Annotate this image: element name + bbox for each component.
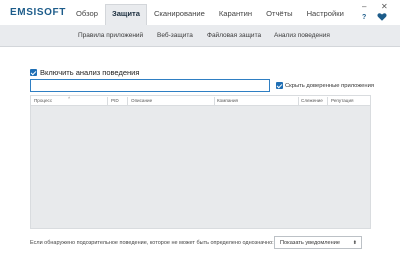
subtab-web-protection[interactable]: Веб-защита: [157, 32, 193, 39]
suspicious-behavior-text: Если обнаружено подозрительное поведение…: [30, 240, 274, 246]
tab-quarantine[interactable]: Карантин: [212, 4, 259, 25]
subtab-behavior-blocker[interactable]: Анализ поведения: [274, 32, 330, 39]
subtab-file-guard[interactable]: Файловая защита: [207, 32, 261, 39]
table-header: Процесс ˄ PID Описание Компания Слежение…: [31, 95, 370, 106]
notification-select-value: Показать уведомление: [280, 240, 340, 246]
search-input[interactable]: [30, 79, 270, 92]
tab-scan[interactable]: Сканирование: [147, 4, 212, 25]
column-process[interactable]: Процесс: [34, 98, 52, 103]
column-divider[interactable]: [127, 97, 128, 105]
sort-up-icon: ˄: [68, 95, 71, 100]
app-logo: EMSISOFT: [10, 7, 66, 18]
select-arrow-icon: ⬍: [352, 240, 357, 246]
column-company[interactable]: Компания: [217, 98, 238, 103]
hide-trusted-label: Скрыть доверенные приложения: [285, 83, 374, 89]
tab-settings[interactable]: Настройки: [300, 4, 351, 25]
notification-select[interactable]: Показать уведомление ⬍: [274, 236, 362, 249]
column-divider[interactable]: [214, 97, 215, 105]
heart-icon[interactable]: [377, 12, 387, 22]
column-pid[interactable]: PID: [111, 98, 119, 103]
column-divider[interactable]: [298, 97, 299, 105]
column-description[interactable]: Описание: [131, 98, 152, 103]
hide-trusted-checkbox[interactable]: [276, 82, 283, 89]
column-divider[interactable]: [107, 97, 108, 105]
help-icon[interactable]: ?: [362, 14, 366, 21]
minimize-button[interactable]: –: [362, 2, 366, 12]
title-bar: EMSISOFT Обзор Защита Сканирование Каран…: [0, 0, 400, 25]
enable-behavior-label: Включить анализ поведения: [40, 68, 140, 77]
enable-behavior-checkbox[interactable]: [30, 69, 37, 76]
column-divider[interactable]: [327, 97, 328, 105]
process-table: Процесс ˄ PID Описание Компания Слежение…: [30, 95, 371, 229]
tab-reports[interactable]: Отчёты: [259, 4, 300, 25]
tab-overview[interactable]: Обзор: [69, 4, 105, 25]
column-monitoring[interactable]: Слежение: [301, 98, 323, 103]
sub-nav: Правила приложений Веб-защита Файловая з…: [0, 25, 400, 47]
tab-protection[interactable]: Защита: [104, 4, 147, 25]
close-button[interactable]: ✕: [381, 2, 388, 12]
subtab-app-rules[interactable]: Правила приложений: [78, 32, 143, 39]
main-nav: Обзор Защита Сканирование Карантин Отчёт…: [69, 4, 351, 25]
column-reputation[interactable]: Репутация: [331, 98, 354, 103]
